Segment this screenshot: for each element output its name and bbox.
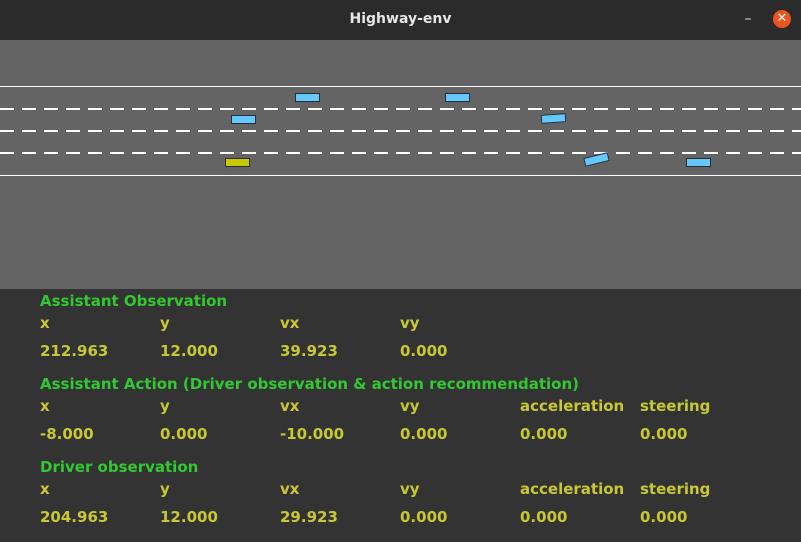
vehicle	[686, 158, 711, 167]
vehicle	[583, 152, 610, 167]
value-x: 204.963	[40, 508, 109, 526]
section-heading-assistant-observation: Assistant Observation	[40, 292, 228, 310]
title-bar: Highway-env – ✕	[0, 0, 801, 40]
vehicle	[540, 113, 567, 124]
road-edge-line-top	[0, 86, 801, 87]
highway-scene	[0, 40, 801, 289]
value-y: 12.000	[160, 508, 218, 526]
value-vy: 0.000	[400, 342, 448, 360]
column-header-x: x	[40, 397, 50, 415]
column-header-vy: vy	[400, 480, 420, 498]
value-x: 212.963	[40, 342, 109, 360]
value-acceleration: 0.000	[520, 508, 568, 526]
column-header-steering: steering	[640, 397, 711, 415]
minimize-button[interactable]: –	[740, 12, 756, 28]
value-acceleration: 0.000	[520, 425, 568, 443]
value-x: -8.000	[40, 425, 94, 443]
column-header-vx: vx	[280, 480, 300, 498]
section-heading-driver-observation: Driver observation	[40, 458, 199, 476]
value-y: 12.000	[160, 342, 218, 360]
road-edge-line-bottom	[0, 175, 801, 176]
lane-divider-3	[0, 152, 801, 154]
column-header-vy: vy	[400, 314, 420, 332]
column-header-x: x	[40, 480, 50, 498]
ego-vehicle	[225, 158, 250, 167]
value-vy: 0.000	[400, 425, 448, 443]
lane-divider-1	[0, 108, 801, 110]
column-header-acceleration: acceleration	[520, 397, 625, 415]
value-y: 0.000	[160, 425, 208, 443]
vehicle	[445, 93, 470, 102]
value-steering: 0.000	[640, 508, 688, 526]
lane-divider-2	[0, 130, 801, 132]
column-header-y: y	[160, 480, 170, 498]
value-vx: 39.923	[280, 342, 338, 360]
vehicle	[295, 93, 320, 102]
close-button[interactable]: ✕	[773, 10, 791, 28]
section-heading-assistant-action: Assistant Action (Driver observation & a…	[40, 375, 580, 393]
window-title: Highway-env	[349, 11, 452, 27]
column-header-vy: vy	[400, 397, 420, 415]
column-header-acceleration: acceleration	[520, 480, 625, 498]
column-header-vx: vx	[280, 314, 300, 332]
column-header-y: y	[160, 397, 170, 415]
column-header-y: y	[160, 314, 170, 332]
value-steering: 0.000	[640, 425, 688, 443]
column-header-x: x	[40, 314, 50, 332]
observation-panel: Assistant Observation x y vx vy 212.963 …	[0, 289, 801, 542]
column-header-steering: steering	[640, 480, 711, 498]
value-vx: 29.923	[280, 508, 338, 526]
column-header-vx: vx	[280, 397, 300, 415]
value-vy: 0.000	[400, 508, 448, 526]
value-vx: -10.000	[280, 425, 345, 443]
vehicle	[231, 115, 256, 124]
